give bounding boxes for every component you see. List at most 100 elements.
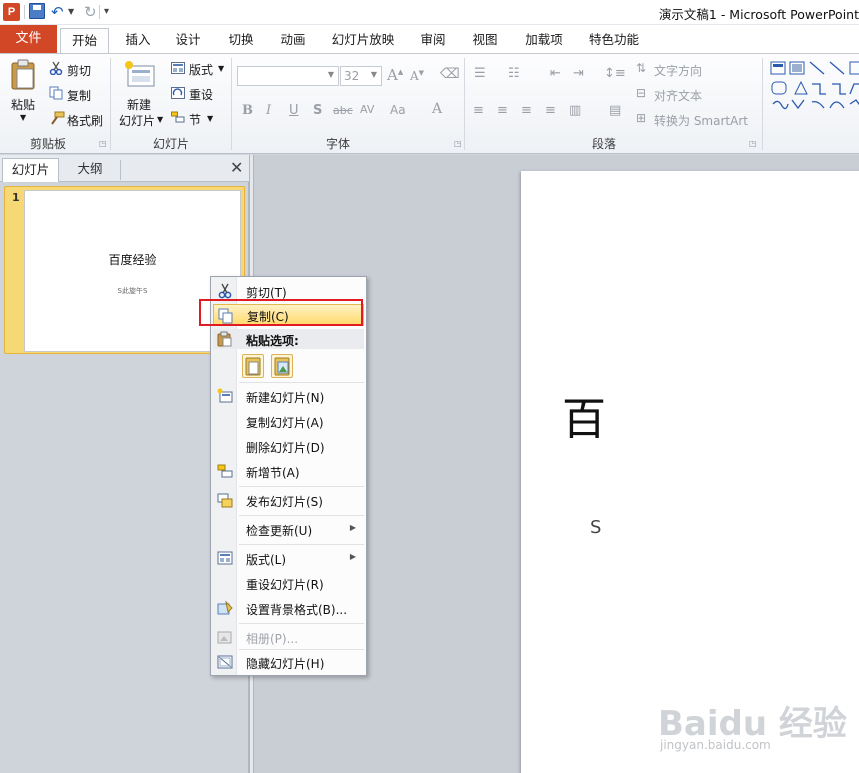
paste-dropdown-icon[interactable]: ▼ <box>20 113 26 122</box>
smartart-icon[interactable]: ⊞ <box>636 111 646 125</box>
menu-separator <box>239 382 364 383</box>
paste-label[interactable]: 粘贴 <box>11 96 35 113</box>
layout-dropdown-icon[interactable]: ▼ <box>218 64 224 73</box>
copy-icon[interactable] <box>49 86 63 100</box>
paste-as-picture-button[interactable] <box>271 354 293 378</box>
align-center-icon[interactable]: ≡ <box>497 103 508 118</box>
tab-design[interactable]: 设计 <box>170 28 206 53</box>
tab-special-features[interactable]: 特色功能 <box>584 28 644 53</box>
format-painter-label[interactable]: 格式刷 <box>67 112 103 129</box>
align-text-label[interactable]: 对齐文本 <box>654 87 702 104</box>
justify-icon[interactable]: ≡ <box>545 103 556 118</box>
slide-title-text[interactable]: 百 <box>562 383 606 447</box>
text-direction-label[interactable]: 文字方向 <box>654 62 702 79</box>
font-size-box[interactable]: 32 ▼ <box>340 66 382 86</box>
change-case-icon[interactable]: Aa <box>390 103 406 117</box>
new-slide-dropdown-icon[interactable]: ▼ <box>157 115 163 124</box>
reset-label[interactable]: 重设 <box>189 86 213 103</box>
menu-item-hide-slide[interactable]: 隐藏幻灯片(H) <box>213 651 364 673</box>
menu-item-duplicate-slide[interactable]: 复制幻灯片(A) <box>213 410 364 432</box>
tab-view[interactable]: 视图 <box>467 28 503 53</box>
undo-dropdown-icon[interactable]: ▼ <box>68 3 74 21</box>
decrease-indent-icon[interactable]: ⇤ <box>550 66 561 81</box>
bold-icon[interactable]: B <box>242 103 253 118</box>
slide-subtitle-text[interactable]: S <box>590 517 601 538</box>
layout-label[interactable]: 版式 <box>189 61 213 78</box>
new-slide-label-line2[interactable]: 幻灯片 <box>119 112 155 129</box>
align-text-icon[interactable]: ⊟ <box>636 86 646 100</box>
menu-item-add-section[interactable]: 新增节(A) <box>213 460 364 482</box>
underline-icon[interactable]: U <box>289 103 299 118</box>
title-bar: P ↶ ▼ ↻ ▾ 演示文稿1 - Microsoft PowerPoint <box>0 0 859 25</box>
menu-item-new-slide[interactable]: 新建幻灯片(N) <box>213 385 364 407</box>
align-left-icon[interactable]: ≡ <box>473 103 484 118</box>
paste-keep-format-button[interactable] <box>242 354 264 378</box>
tab-file[interactable]: 文件 <box>0 25 57 53</box>
new-slide-icon <box>217 388 233 403</box>
shrink-font-icon[interactable]: A▼ <box>410 69 424 83</box>
character-spacing-icon[interactable]: AV <box>360 103 374 116</box>
undo-icon[interactable]: ↶ <box>51 3 64 21</box>
section-icon[interactable] <box>171 111 185 123</box>
clipboard-dialog-launcher-icon[interactable]: ◳ <box>99 139 107 148</box>
font-size-dropdown-icon[interactable]: ▼ <box>371 70 377 79</box>
menu-item-publish-slides[interactable]: 发布幻灯片(S) <box>213 489 364 511</box>
paragraph-dialog-launcher-icon[interactable]: ◳ <box>749 139 757 148</box>
copy-label[interactable]: 复制 <box>67 87 91 104</box>
slide-thumbnail[interactable]: 百度经验 S此旋午S <box>24 190 241 352</box>
tab-transitions[interactable]: 切换 <box>223 28 259 53</box>
menu-item-layout[interactable]: 版式(L) ▶ <box>213 547 364 569</box>
reset-icon[interactable] <box>171 87 185 99</box>
convert-smartart-label[interactable]: 转换为 SmartArt <box>654 112 748 129</box>
increase-indent-icon[interactable]: ⇥ <box>573 66 584 81</box>
tab-slideshow[interactable]: 幻灯片放映 <box>328 28 398 53</box>
tab-animations[interactable]: 动画 <box>275 28 311 53</box>
menu-item-delete-slide[interactable]: 删除幻灯片(D) <box>213 435 364 457</box>
clear-format-icon[interactable]: ⌫ <box>440 66 460 82</box>
tab-outline[interactable]: 大纲 <box>60 158 120 182</box>
cut-label[interactable]: 剪切 <box>67 62 91 79</box>
menu-item-format-background[interactable]: 设置背景格式(B)... <box>213 597 364 619</box>
paste-options-label: 粘贴选项: <box>246 334 299 348</box>
font-color-icon[interactable]: A <box>432 101 442 117</box>
cut-icon[interactable] <box>49 61 63 75</box>
grow-font-icon[interactable]: A▲ <box>387 66 403 84</box>
menu-separator <box>239 623 364 624</box>
new-slide-label-line1[interactable]: 新建 <box>127 96 151 113</box>
bullets-icon[interactable]: ☰ <box>474 66 486 81</box>
menu-item-check-updates[interactable]: 检查更新(U) ▶ <box>213 518 364 540</box>
font-dialog-launcher-icon[interactable]: ◳ <box>454 139 462 148</box>
layout-icon[interactable] <box>171 62 185 74</box>
columns-icon[interactable]: ▥ <box>569 103 581 118</box>
align-right-icon[interactable]: ≡ <box>521 103 532 118</box>
italic-icon[interactable]: I <box>266 103 271 118</box>
tab-insert[interactable]: 插入 <box>120 28 156 53</box>
distribute-icon[interactable]: ▤ <box>609 103 621 118</box>
tab-home[interactable]: 开始 <box>60 28 109 53</box>
shadow-icon[interactable]: S <box>313 103 322 118</box>
redo-icon[interactable]: ↻ <box>84 3 97 21</box>
strikethrough-icon[interactable]: abc <box>333 104 353 117</box>
cut-icon <box>218 283 232 299</box>
font-name-box[interactable]: ▼ <box>237 66 339 86</box>
shapes-gallery[interactable] <box>770 60 859 116</box>
tab-review[interactable]: 审阅 <box>415 28 451 53</box>
close-icon[interactable]: ✕ <box>230 159 243 177</box>
section-label[interactable]: 节 <box>189 111 201 128</box>
format-painter-icon[interactable] <box>49 111 65 125</box>
new-slide-icon[interactable] <box>124 60 156 88</box>
section-dropdown-icon[interactable]: ▼ <box>207 114 213 123</box>
powerpoint-logo-icon[interactable]: P <box>3 3 20 21</box>
numbering-icon[interactable]: ☷ <box>508 66 520 81</box>
customize-qat-icon[interactable]: ▾ <box>104 3 109 21</box>
save-icon[interactable] <box>29 3 45 19</box>
paste-icon[interactable] <box>10 59 38 91</box>
line-spacing-icon[interactable]: ↕≡ <box>604 66 626 81</box>
tab-addins[interactable]: 加载项 <box>519 28 569 53</box>
text-direction-icon[interactable]: ⇅ <box>636 61 646 75</box>
menu-item-label: 隐藏幻灯片(H) <box>246 657 325 671</box>
tab-slides[interactable]: 幻灯片 <box>2 158 59 182</box>
font-name-dropdown-icon[interactable]: ▼ <box>328 70 334 79</box>
menu-item-reset-slide[interactable]: 重设幻灯片(R) <box>213 572 364 594</box>
slide-thumbnail-selected[interactable]: 1 百度经验 S此旋午S <box>4 186 245 354</box>
